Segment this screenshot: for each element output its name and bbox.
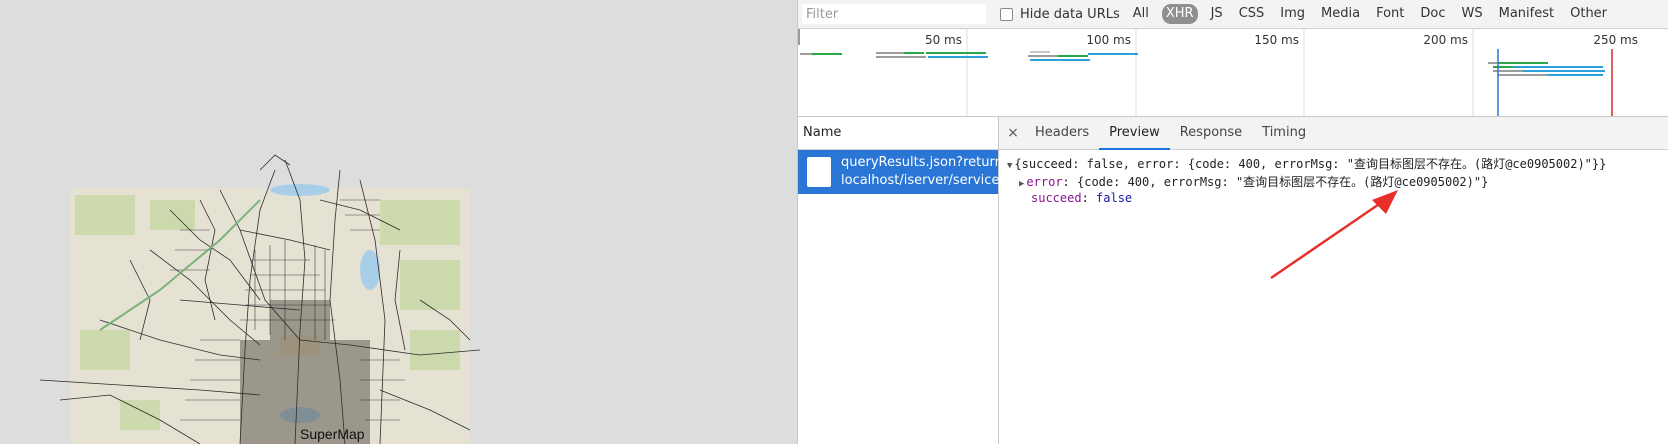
annotation-arrow [1270,190,1398,280]
